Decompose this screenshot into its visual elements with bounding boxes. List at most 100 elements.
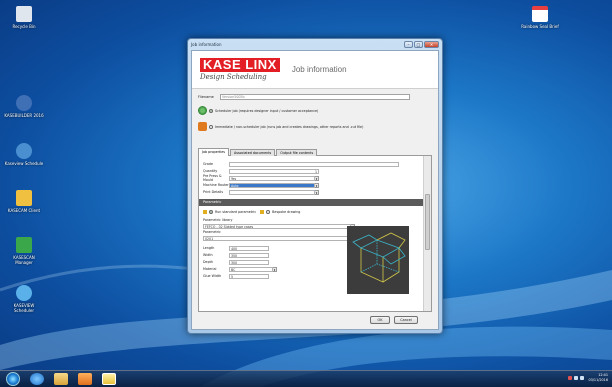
maximize-button[interactable]: □: [414, 40, 423, 48]
quantity-field[interactable]: 1: [229, 168, 319, 174]
chevron-down-icon[interactable]: ▾: [315, 175, 319, 181]
material-select[interactable]: BC: [229, 266, 273, 272]
tab-output-file-contents[interactable]: Output file contents: [276, 149, 318, 156]
machine-router-select[interactable]: Auto: [229, 182, 315, 188]
option-immediate-row[interactable]: Immediate / non-scheduler job (runs job …: [198, 122, 432, 131]
param-library-label: Parametric library: [203, 217, 233, 222]
dimension-row: Width 350: [203, 252, 269, 258]
depth-field[interactable]: 300: [229, 259, 269, 265]
clock[interactable]: 12:41 03/11/2016: [588, 373, 608, 383]
clock-date: 03/11/2016: [588, 378, 608, 382]
kaseview-scheduler-icon: [16, 285, 32, 301]
logo-subtitle: Design Scheduling: [200, 73, 267, 81]
desktop-icon-kasescan[interactable]: KASESCAN Manager: [4, 237, 44, 265]
property-label: Machine Router: [203, 183, 229, 187]
parametric-section-header: Parametric: [199, 199, 423, 206]
media-player-icon[interactable]: [78, 373, 92, 385]
kasecam-icon: [16, 190, 32, 206]
length-field[interactable]: 400: [229, 245, 269, 251]
property-row: Machine Router Auto ▾: [203, 182, 319, 188]
internet-explorer-icon[interactable]: [30, 373, 44, 385]
banner-title: Job information: [291, 65, 347, 74]
property-label: Print Details: [203, 190, 224, 194]
glue-width-field[interactable]: 5: [229, 273, 269, 279]
system-tray: [566, 376, 584, 380]
dimension-label: Length: [203, 246, 215, 250]
param-row: 0201 ▾: [203, 235, 355, 241]
immediate-option-label: Immediate / non-scheduler job (runs job …: [215, 124, 364, 129]
window-client: KASE LINX Design Scheduling Job informat…: [191, 50, 439, 330]
run-standard-label: Run standard parametric: [215, 210, 257, 214]
kasebuilder-icon: [16, 95, 32, 111]
parametric-icon: [203, 210, 207, 214]
job-information-window: Job information – □ ✕ KASE LINX Design S…: [187, 38, 443, 334]
taskbar: 12:41 03/11/2016: [0, 370, 612, 387]
box-wireframe-image: [352, 232, 406, 283]
immediate-radio[interactable]: [209, 124, 213, 129]
kasescan-icon: [16, 237, 32, 253]
tab-job-properties[interactable]: Job properties: [198, 148, 229, 156]
desktop-icon-kaseview[interactable]: Kaseview Schedule: [4, 143, 44, 166]
scheduler-radio[interactable]: [209, 108, 213, 113]
run-standard-radio[interactable]: [209, 210, 213, 214]
minimize-button[interactable]: –: [404, 40, 413, 48]
scheduler-icon: [198, 106, 207, 115]
title-bar[interactable]: Job information – □ ✕: [188, 39, 442, 49]
chevron-down-icon[interactable]: ▾: [315, 189, 319, 195]
tab-strip: Job properties Associated documents Outp…: [198, 148, 432, 156]
property-row: Pre Press & Mould Yes ▾: [203, 174, 319, 182]
param-label: Parametric: [203, 229, 221, 234]
logo-text: KASE LINX: [200, 58, 280, 72]
ok-button[interactable]: OK: [370, 316, 390, 324]
width-field[interactable]: 350: [229, 252, 269, 258]
dimension-label: Material: [203, 267, 217, 271]
param-library-label-row: Parametric library: [203, 217, 233, 222]
filename-label: Filename: [198, 95, 214, 99]
recycle-bin-icon: [16, 6, 32, 22]
dimension-label: Depth: [203, 260, 214, 264]
desktop-icon-recycle-bin[interactable]: Recycle Bin: [4, 6, 44, 29]
property-label: Quantity: [203, 169, 218, 173]
property-row: Print Details ▾: [203, 189, 319, 195]
cancel-button[interactable]: Cancel: [394, 316, 418, 324]
bespoke-label: Bespoke drawing: [272, 210, 301, 214]
option-scheduler-row[interactable]: Scheduler job (requires designer input /…: [198, 106, 432, 115]
dimension-row: Depth 300: [203, 259, 269, 265]
scheduler-option-label: Scheduler job (requires designer input /…: [215, 108, 319, 113]
kase-app-taskbar-icon[interactable]: [102, 373, 116, 385]
property-label: Pre Press & Mould: [203, 174, 222, 182]
filename-input[interactable]: Version5005b: [220, 94, 410, 100]
param-select[interactable]: 0201: [203, 235, 351, 241]
box-preview: [347, 226, 409, 294]
tab-associated-documents[interactable]: Associated documents: [229, 149, 276, 156]
volume-icon[interactable]: [580, 376, 584, 380]
file-explorer-icon[interactable]: [54, 373, 68, 385]
print-details-select[interactable]: [229, 189, 315, 195]
desktop-icon-kasecam[interactable]: KASECAM Client: [4, 190, 44, 213]
grade-field[interactable]: [229, 161, 399, 167]
start-button[interactable]: [6, 372, 20, 386]
network-icon[interactable]: [574, 376, 578, 380]
close-button[interactable]: ✕: [424, 40, 439, 48]
dimension-row: Glue Width 5: [203, 273, 269, 279]
run-options-row: Run standard parametric Bespoke drawing: [203, 209, 300, 215]
chevron-down-icon[interactable]: ▾: [273, 266, 277, 272]
window-title: Job information: [191, 41, 222, 47]
param-library-select[interactable]: FEFCO - 02 Slotted type cases: [203, 223, 351, 229]
desktop-icon-kaseview-scheduler[interactable]: KASEVIEW Scheduler: [4, 285, 44, 313]
document-icon: [532, 6, 548, 22]
flag-icon[interactable]: [568, 376, 572, 380]
desktop-icon-kasebuilder[interactable]: KASEBUILDER 2016: [4, 95, 44, 118]
brand-logo: KASE LINX Design Scheduling: [200, 58, 280, 81]
dimension-label: Glue Width: [203, 274, 222, 278]
param-library-row: FEFCO - 02 Slotted type cases ▾: [203, 223, 355, 229]
desktop-icon-document[interactable]: Rainbow Seal Brief: [520, 6, 560, 29]
property-label: Grade: [203, 162, 214, 166]
chevron-down-icon[interactable]: ▾: [315, 182, 319, 188]
panel-scrollbar[interactable]: [423, 156, 431, 311]
immediate-icon: [198, 122, 207, 131]
param-label-row: Parametric: [203, 229, 221, 234]
bespoke-radio[interactable]: [266, 210, 271, 214]
scrollbar-thumb[interactable]: [425, 194, 430, 250]
pre-press-select[interactable]: Yes: [229, 175, 315, 181]
